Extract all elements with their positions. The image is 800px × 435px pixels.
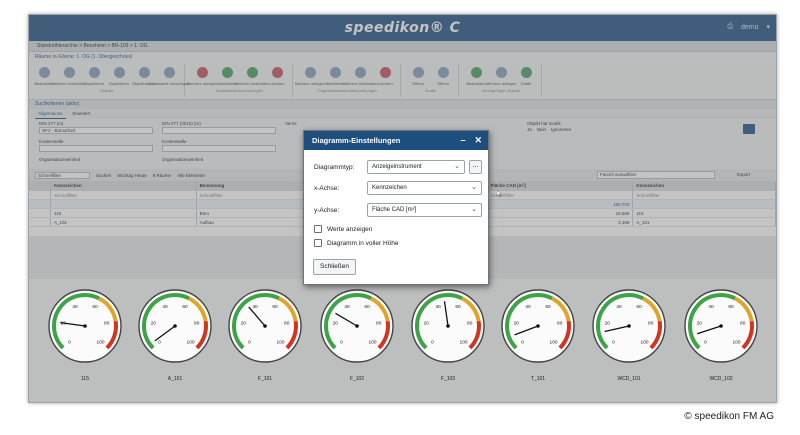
type-select[interactable]: Anzeigeinstrument ⌄: [367, 160, 465, 174]
gauge-tick-label: 80: [467, 320, 473, 326]
gauge-wcd_102: 0 20 40 60 80 100: [684, 289, 758, 363]
gauge-tick-label: 40: [162, 304, 168, 310]
show-values-label: Werte anzeigen: [327, 225, 373, 233]
gauge-tick-label: 60: [364, 304, 370, 310]
gauge-tick-label: 100: [187, 339, 195, 345]
close-icon[interactable]: ✕: [474, 131, 482, 150]
gauge-tick-label: 80: [376, 320, 382, 326]
gauge-tick-label: 100: [369, 339, 377, 345]
mouse-cursor-icon: [497, 190, 502, 197]
gauge-label: F_101: [257, 376, 273, 382]
type-options-button[interactable]: ...: [469, 160, 482, 174]
gauge-hub: [446, 324, 450, 328]
chevron-down-icon: ⌄: [454, 163, 460, 170]
checkbox-box[interactable]: [314, 239, 322, 247]
type-label: Diagrammtyp:: [314, 163, 355, 171]
gauge-tick-label: 20: [424, 320, 430, 326]
gauge-tick-label: 0: [521, 339, 524, 345]
gauge-hub: [83, 324, 87, 328]
show-values-checkbox[interactable]: Werte anzeigen: [314, 225, 372, 233]
gauge-tick-label: 20: [241, 320, 247, 326]
gauge-tick-label: 100: [460, 339, 468, 345]
y-axis-label: y-Achse:: [314, 206, 340, 214]
gauge-tick-label: 0: [431, 339, 434, 345]
gauge-tick-label: 60: [545, 304, 551, 310]
gauge-hub: [719, 324, 723, 328]
gauge-tick-label: 40: [72, 304, 78, 310]
gauge-tick-label: 80: [557, 320, 563, 326]
y-axis-select[interactable]: Fläche CAD [m²] ⌄: [367, 203, 482, 217]
chevron-down-icon: ⌄: [471, 184, 477, 191]
gauge-hub: [536, 324, 540, 328]
copyright-text: © speedikon FM AG: [684, 411, 774, 422]
gauge-tick-label: 60: [728, 304, 734, 310]
gauge-tick-label: 20: [151, 320, 157, 326]
gauge-tick-label: 100: [97, 339, 105, 345]
gauge-tick-label: 60: [455, 304, 461, 310]
gauge-tick-label: 100: [641, 339, 649, 345]
gauge-hub: [263, 324, 267, 328]
gauge-tick-label: 100: [733, 339, 741, 345]
gauge-tick-label: 0: [68, 339, 71, 345]
gauge-tick-label: 0: [158, 339, 161, 345]
gauge-tick-label: 20: [605, 320, 611, 326]
x-axis-value: Kennzeichen: [372, 185, 407, 191]
gauge-label: T_101: [530, 376, 546, 382]
gauge-tick-label: 40: [344, 304, 350, 310]
gauge-tick-label: 20: [514, 320, 520, 326]
type-value: Anzeigeinstrument: [372, 164, 422, 170]
minimize-icon[interactable]: –: [460, 131, 465, 150]
x-axis-select[interactable]: Kennzeichen ⌄: [367, 181, 482, 195]
gauge-wcd_101: 0 20 40 60 80 100: [592, 289, 666, 363]
gauge-tick-label: 60: [272, 304, 278, 310]
gauge-tick-label: 0: [340, 339, 343, 345]
gauge-label: F_103: [440, 376, 456, 382]
gauge-hub: [173, 324, 177, 328]
gauge-tick-label: 100: [550, 339, 558, 345]
gauge-tick-label: 80: [104, 320, 110, 326]
gauge-a_101: 0 20 40 60 80 100: [138, 289, 212, 363]
gauge-tick-label: 60: [636, 304, 642, 310]
gauge-tick-label: 40: [252, 304, 258, 310]
gauge-tick-label: 0: [248, 339, 251, 345]
gauge-tick-label: 100: [277, 339, 285, 345]
full-height-label: Diagramm in voller Höhe: [327, 239, 399, 247]
gauge-label: A_101: [167, 376, 183, 382]
gauge-tick-label: 80: [648, 320, 654, 326]
gauge-hub: [355, 324, 359, 328]
gauge-tick-label: 40: [616, 304, 622, 310]
y-axis-value: Fläche CAD [m²]: [372, 207, 417, 213]
gauge-tick-label: 0: [612, 339, 615, 345]
full-height-checkbox[interactable]: Diagramm in voller Höhe: [314, 239, 399, 247]
x-axis-label: x-Achse:: [314, 184, 340, 192]
gauge-label: WCD_102: [709, 376, 733, 382]
checkbox-box[interactable]: [314, 225, 322, 233]
gauge-f_102: 0 20 40 60 80 100: [320, 289, 394, 363]
gauge-tick-label: 40: [525, 304, 531, 310]
gauge-tick-label: 40: [708, 304, 714, 310]
gauge-tick-label: 40: [435, 304, 441, 310]
chevron-down-icon: ⌄: [471, 206, 477, 213]
gauge-tick-label: 80: [284, 320, 290, 326]
gauge-tick-label: 20: [697, 320, 703, 326]
gauge-hub: [627, 324, 631, 328]
gauge-tick-label: 20: [333, 320, 339, 326]
close-button[interactable]: Schließen: [313, 259, 356, 275]
gauge-t_101: 0 20 40 60 80 100: [501, 289, 575, 363]
gauge-tick-label: 80: [740, 320, 746, 326]
gauge-tick-label: 60: [182, 304, 188, 310]
gauge-tick-label: 60: [92, 304, 98, 310]
gauge-f_103: 0 20 40 60 80 100: [411, 289, 485, 363]
gauge-label: F_102: [349, 376, 365, 382]
dialog-header: Diagramm-Einstellungen – ✕: [304, 131, 488, 150]
gauge-label: WCD_101: [617, 376, 641, 382]
gauge-115: 02040 6080100: [48, 289, 122, 363]
gauge-f_101: 0 20 40 60 80 100: [228, 289, 302, 363]
dialog-title: Diagramm-Einstellungen: [312, 136, 401, 145]
gauge-label: 115: [81, 376, 89, 382]
gauge-tick-label: 0: [704, 339, 707, 345]
gauge-tick-label: 80: [194, 320, 200, 326]
